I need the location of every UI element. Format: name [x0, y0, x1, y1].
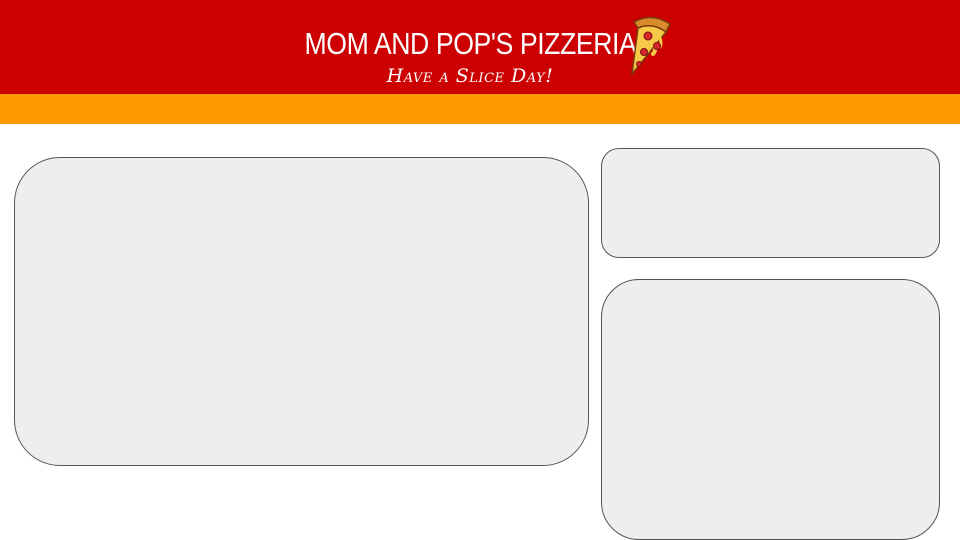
pizza-slice-icon [630, 16, 671, 77]
page-title: MOM AND POP'S PIZZERIA [304, 26, 637, 61]
tagline: Have a Slice Day! [386, 65, 554, 87]
top-right-panel [601, 148, 940, 258]
main-content-panel [14, 157, 589, 466]
accent-stripe [0, 94, 960, 124]
slide-canvas: MOM AND POP'S PIZZERIA Have a Slice Day! [0, 0, 960, 540]
bottom-right-panel [601, 279, 940, 540]
